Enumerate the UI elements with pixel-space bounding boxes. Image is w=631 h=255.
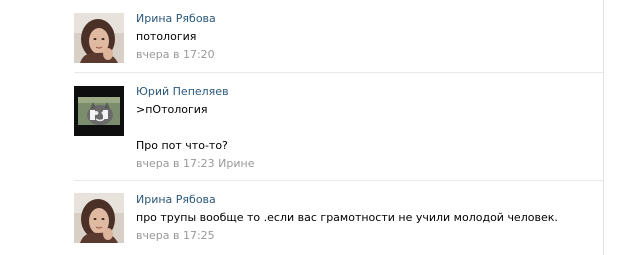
reply-to-link[interactable]: Ирине (218, 157, 254, 170)
comment-text: про трупы вообще то .если вас грамотност… (136, 211, 558, 224)
comment-timestamp[interactable]: вчера в 17:25 (136, 229, 215, 242)
page-border-right (603, 0, 604, 255)
woman-portrait-avatar-icon (74, 13, 124, 63)
comment-item: Ирина Рябова про трупы вообще то .если в… (74, 181, 603, 255)
comment-meta: вчера в 17:20 (136, 48, 603, 62)
woman-portrait-avatar-icon (74, 193, 124, 243)
comment-item: Юрий Пепеляев >пОтология Про пот что-то?… (74, 73, 603, 181)
comment-body: Юрий Пепеляев >пОтология Про пот что-то?… (136, 85, 603, 171)
avatar[interactable] (74, 13, 124, 63)
cat-meme-avatar-icon (74, 86, 124, 136)
comment-item: Ирина Рябова потология вчера в 17:20 (74, 0, 603, 73)
comment-author[interactable]: Ирина Рябова (136, 193, 603, 207)
comment-text-line (136, 121, 603, 135)
comment-text-line: Про пот что-то? (136, 139, 228, 152)
comment-text: потология (136, 30, 197, 43)
comment-body: Ирина Рябова про трупы вообще то .если в… (136, 193, 603, 243)
comment-body: Ирина Рябова потология вчера в 17:20 (136, 12, 603, 62)
comment-meta: вчера в 17:25 (136, 229, 603, 243)
comment-text-line: >пОтология (136, 103, 208, 116)
comment-author[interactable]: Юрий Пепеляев (136, 85, 603, 99)
comment-timestamp[interactable]: вчера в 17:23 (136, 157, 215, 170)
comment-meta: вчера в 17:23 Ирине (136, 157, 603, 171)
comment-author[interactable]: Ирина Рябова (136, 12, 603, 26)
avatar[interactable] (74, 86, 124, 136)
comment-timestamp[interactable]: вчера в 17:20 (136, 48, 215, 61)
avatar[interactable] (74, 193, 124, 243)
